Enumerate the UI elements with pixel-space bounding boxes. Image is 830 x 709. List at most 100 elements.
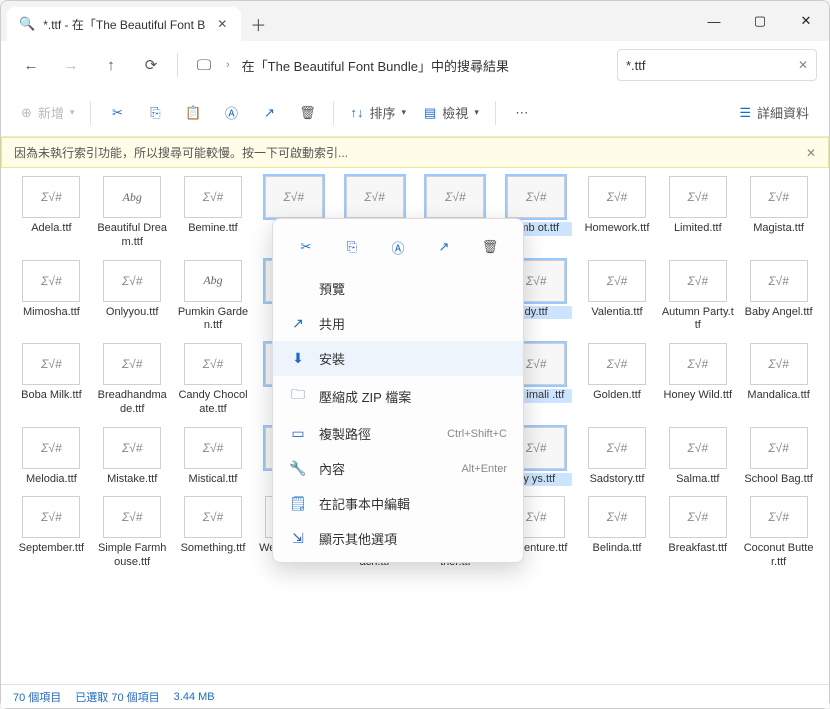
ctx-more[interactable]: ⇲ 顯示其他選項 [273, 521, 523, 556]
file-item[interactable]: Simple Farmhouse.ttf [96, 496, 169, 570]
file-item[interactable]: Autumn Party.ttf [661, 260, 734, 334]
file-item[interactable]: Bemine.ttf [177, 176, 250, 250]
font-thumbnail [669, 427, 727, 469]
file-item[interactable]: Candy Chocolate.ttf [177, 343, 250, 417]
ctx-delete-button[interactable]: 🗑 [474, 231, 506, 263]
more-icon: ⇲ [289, 530, 307, 547]
file-item[interactable]: Mimosha.ttf [15, 260, 88, 334]
font-thumbnail [750, 496, 808, 538]
file-name: Honey Wild.ttf [662, 389, 734, 403]
ctx-properties[interactable]: 🔧 內容 Alt+Enter [273, 451, 523, 486]
delete-button[interactable]: 🗑 [289, 95, 325, 131]
file-name: Onlyyou.ttf [96, 306, 168, 320]
close-tab-icon[interactable]: ✕ [213, 15, 231, 33]
info-bar[interactable]: 因為未執行索引功能，所以搜尋可能較慢。按一下可啟動索引... ✕ [1, 137, 829, 168]
font-thumbnail [588, 496, 646, 538]
file-name: Beautiful Dream.ttf [96, 222, 168, 250]
toolbar: ⊕ 新增 ▾ ✂ ⎘ 📋 Ⓐ ↗ 🗑 ↑↓ 排序 ▾ ▤ 檢視 ▾ ⋯ ☰ 詳細… [1, 89, 829, 137]
back-button[interactable]: ← [13, 47, 49, 83]
refresh-button[interactable]: ⟳ [133, 47, 169, 83]
copy-button[interactable]: ⎘ [137, 95, 173, 131]
file-item[interactable]: Mistake.ttf [96, 427, 169, 487]
file-item[interactable]: Mistical.ttf [177, 427, 250, 487]
new-button[interactable]: ⊕ 新增 ▾ [13, 95, 82, 131]
file-item[interactable]: Belinda.ttf [581, 496, 654, 570]
file-item[interactable]: Mandalica.ttf [742, 343, 815, 417]
ctx-rename-button[interactable]: Ⓐ [382, 231, 414, 263]
ctx-zip[interactable]: 🗀 壓縮成 ZIP 檔案 [273, 376, 523, 416]
file-item[interactable]: Something.ttf [177, 496, 250, 570]
status-bar: 70 個項目 已選取 70 個項目 3.44 MB [1, 684, 829, 708]
notepad-icon: 🗒 [289, 495, 307, 512]
file-name: Bemine.ttf [177, 222, 249, 236]
file-item[interactable]: Pumkin Garden.ttf [177, 260, 250, 334]
font-thumbnail [669, 260, 727, 302]
file-item[interactable]: Sadstory.ttf [581, 427, 654, 487]
font-thumbnail [184, 496, 242, 538]
maximize-button[interactable]: ▢ [737, 1, 783, 41]
file-item[interactable]: Honey Wild.ttf [661, 343, 734, 417]
close-button[interactable]: ✕ [783, 1, 829, 41]
cut-button[interactable]: ✂ [99, 95, 135, 131]
ctx-notepad[interactable]: 🗒 在記事本中編輯 [273, 486, 523, 521]
file-item[interactable]: Homework.ttf [581, 176, 654, 250]
ctx-install[interactable]: ⬇ 安裝 [273, 341, 523, 376]
chevron-right-icon: › [226, 59, 230, 71]
context-menu: ✂ ⎘ Ⓐ ↗ 🗑 預覽 ↗ 共用 ⬇ 安裝 🗀 壓縮成 ZIP 檔案 ▭ 複製… [272, 218, 524, 563]
font-thumbnail [103, 427, 161, 469]
chevron-down-icon: ▾ [70, 107, 75, 118]
file-item[interactable]: Golden.ttf [581, 343, 654, 417]
file-item[interactable]: Baby Angel.ttf [742, 260, 815, 334]
chevron-down-icon: ▾ [401, 107, 406, 118]
file-item[interactable]: Adela.ttf [15, 176, 88, 250]
font-thumbnail [750, 176, 808, 218]
file-item[interactable]: Valentia.ttf [581, 260, 654, 334]
new-tab-button[interactable]: ＋ [241, 7, 275, 41]
file-item[interactable]: Breakfast.ttf [661, 496, 734, 570]
details-button[interactable]: ☰ 詳細資料 [731, 95, 817, 131]
monitor-icon[interactable]: 🖵 [186, 47, 222, 83]
rename-icon: Ⓐ [225, 103, 238, 122]
forward-button[interactable]: → [53, 47, 89, 83]
rename-button[interactable]: Ⓐ [213, 95, 249, 131]
clear-search-icon[interactable]: ✕ [798, 58, 808, 72]
tab-active[interactable]: 🔍 *.ttf - 在「The Beautiful Font B ✕ [7, 7, 241, 41]
file-name: Valentia.ttf [581, 306, 653, 320]
up-button[interactable]: ↑ [93, 47, 129, 83]
ctx-cut-button[interactable]: ✂ [290, 231, 322, 263]
ctx-copy-path[interactable]: ▭ 複製路徑 Ctrl+Shift+C [273, 416, 523, 451]
file-item[interactable]: Salma.ttf [661, 427, 734, 487]
file-name: Candy Chocolate.ttf [177, 389, 249, 417]
chevron-down-icon: ▾ [474, 107, 479, 118]
wrench-icon: 🔧 [289, 460, 307, 477]
minimize-button[interactable]: — [691, 1, 737, 41]
file-item[interactable]: Boba Milk.ttf [15, 343, 88, 417]
file-item[interactable]: September.ttf [15, 496, 88, 570]
ctx-share-button[interactable]: ↗ [428, 231, 460, 263]
file-item[interactable]: Magista.ttf [742, 176, 815, 250]
file-item[interactable]: School Bag.ttf [742, 427, 815, 487]
file-item[interactable]: Limited.ttf [661, 176, 734, 250]
sort-button[interactable]: ↑↓ 排序 ▾ [342, 95, 414, 131]
font-thumbnail [265, 176, 323, 218]
file-name: Melodia.ttf [15, 473, 87, 487]
paste-button[interactable]: 📋 [175, 95, 211, 131]
share-button[interactable]: ↗ [251, 95, 287, 131]
ctx-preview[interactable]: 預覽 [273, 271, 523, 306]
file-item[interactable]: Breadhandmade.ttf [96, 343, 169, 417]
search-input[interactable]: *.ttf ✕ [617, 49, 817, 81]
file-name: Breakfast.ttf [662, 542, 734, 556]
file-item[interactable]: Beautiful Dream.ttf [96, 176, 169, 250]
ctx-share[interactable]: ↗ 共用 [273, 306, 523, 341]
file-name: School Bag.ttf [743, 473, 815, 487]
file-item[interactable]: Coconut Butter.ttf [742, 496, 815, 570]
view-button[interactable]: ▤ 檢視 ▾ [416, 95, 487, 131]
context-icon-row: ✂ ⎘ Ⓐ ↗ 🗑 [273, 225, 523, 271]
font-thumbnail [507, 176, 565, 218]
file-item[interactable]: Melodia.ttf [15, 427, 88, 487]
breadcrumb[interactable]: 在「The Beautiful Font Bundle」中的搜尋結果 [234, 56, 613, 75]
close-info-icon[interactable]: ✕ [806, 146, 816, 160]
more-button[interactable]: ⋯ [504, 95, 540, 131]
file-item[interactable]: Onlyyou.ttf [96, 260, 169, 334]
ctx-copy-button[interactable]: ⎘ [336, 231, 368, 263]
